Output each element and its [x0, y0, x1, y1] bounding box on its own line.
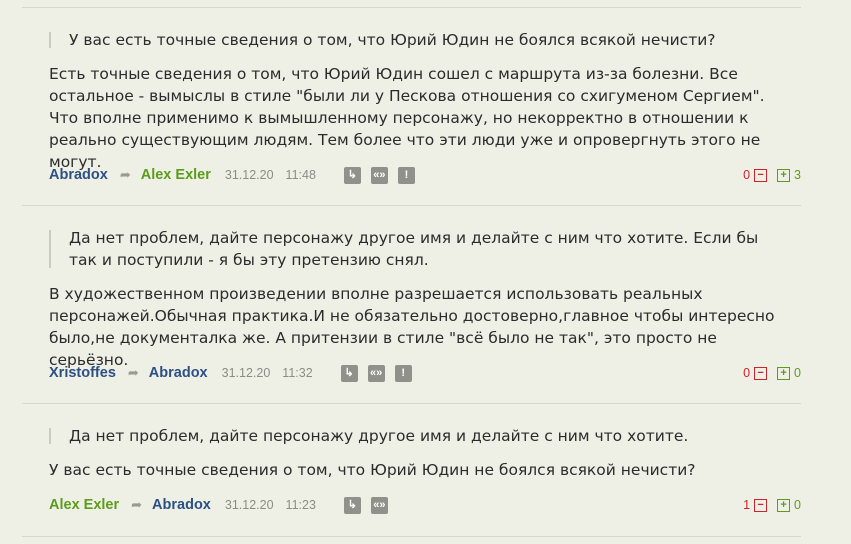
quote-bar: [49, 428, 51, 444]
comment-date: 31.12.20: [221, 366, 271, 380]
vote-controls: 0 − + 3: [743, 165, 801, 185]
comment-author-link[interactable]: Alex Exler: [49, 497, 119, 513]
comments-page: У вас есть точные сведения о том, что Юр…: [0, 0, 851, 544]
quote-bar: [49, 32, 51, 48]
votes-down-count: 0: [743, 366, 751, 380]
plus-icon[interactable]: +: [777, 366, 791, 380]
vote-controls: 1 − + 0: [743, 495, 801, 515]
comment-separator: [22, 536, 801, 537]
comment-separator: [22, 205, 801, 206]
comment-body: Есть точные сведения о том, что Юрий Юди…: [49, 65, 765, 171]
comment-meta-row: Xristoffes ➦ Abradox 31.12.20 11:32 ↳ «»…: [49, 363, 809, 383]
comment-time: 11:32: [282, 366, 313, 380]
comment-date: 31.12.20: [224, 168, 274, 182]
votes-up-count: 3: [794, 168, 801, 182]
comment-actions: ↳ «» !: [343, 166, 415, 184]
quote-icon[interactable]: «»: [370, 496, 388, 514]
comment-time: 11:23: [285, 498, 316, 512]
comment-time: 11:48: [285, 168, 316, 182]
comment-item: У вас есть точные сведения о том, что Юр…: [49, 29, 809, 173]
votes-up-count: 0: [794, 366, 801, 380]
quote-text: Да нет проблем, дайте персонажу другое и…: [69, 427, 689, 445]
reply-icon[interactable]: ↳: [343, 166, 361, 184]
comment-body: В художественном произведении вполне раз…: [49, 285, 775, 369]
comment-quote: Да нет проблем, дайте персонажу другое и…: [49, 425, 789, 447]
reply-to-author-link[interactable]: Abradox: [149, 365, 208, 381]
reply-icon[interactable]: ↳: [343, 496, 361, 514]
reply-icon[interactable]: ↳: [340, 364, 358, 382]
votes-up-count: 0: [794, 498, 801, 512]
comment-actions: ↳ «» !: [340, 364, 412, 382]
minus-icon[interactable]: −: [754, 168, 768, 182]
comment-item: Да нет проблем, дайте персонажу другое и…: [49, 425, 809, 481]
votes-down-count: 1: [743, 498, 751, 512]
vote-controls: 0 − + 0: [743, 363, 801, 383]
comment-author-link[interactable]: Abradox: [49, 167, 108, 183]
quote-icon[interactable]: «»: [370, 166, 388, 184]
quote-icon[interactable]: «»: [367, 364, 385, 382]
plus-icon[interactable]: +: [777, 168, 791, 182]
quote-text: У вас есть точные сведения о том, что Юр…: [69, 31, 716, 49]
comment-meta-row: Abradox ➦ Alex Exler 31.12.20 11:48 ↳ «»…: [49, 165, 809, 185]
reply-arrow-icon: ➦: [127, 365, 139, 380]
comment-meta-row: Alex Exler ➦ Abradox 31.12.20 11:23 ↳ «»…: [49, 495, 809, 515]
reply-arrow-icon: ➦: [119, 167, 131, 182]
minus-icon[interactable]: −: [754, 498, 768, 512]
comment-item: Да нет проблем, дайте персонажу другое и…: [49, 227, 809, 371]
quote-text: Да нет проблем, дайте персонажу другое и…: [69, 229, 759, 269]
report-icon[interactable]: !: [394, 364, 412, 382]
votes-down-count: 0: [743, 168, 751, 182]
comment-author-link[interactable]: Xristoffes: [49, 365, 116, 381]
comment-separator: [22, 403, 801, 404]
minus-icon[interactable]: −: [754, 366, 768, 380]
comment-quote: У вас есть точные сведения о том, что Юр…: [49, 29, 789, 51]
comment-date: 31.12.20: [224, 498, 274, 512]
reply-to-author-link[interactable]: Abradox: [152, 497, 211, 513]
comment-actions: ↳ «»: [343, 496, 388, 514]
comment-body: У вас есть точные сведения о том, что Юр…: [49, 461, 696, 479]
quote-bar: [49, 230, 51, 268]
comment-quote: Да нет проблем, дайте персонажу другое и…: [49, 227, 789, 271]
plus-icon[interactable]: +: [777, 498, 791, 512]
reply-to-author-link[interactable]: Alex Exler: [141, 167, 211, 183]
report-icon[interactable]: !: [397, 166, 415, 184]
reply-arrow-icon: ➦: [131, 497, 143, 512]
comment-separator: [22, 7, 801, 8]
